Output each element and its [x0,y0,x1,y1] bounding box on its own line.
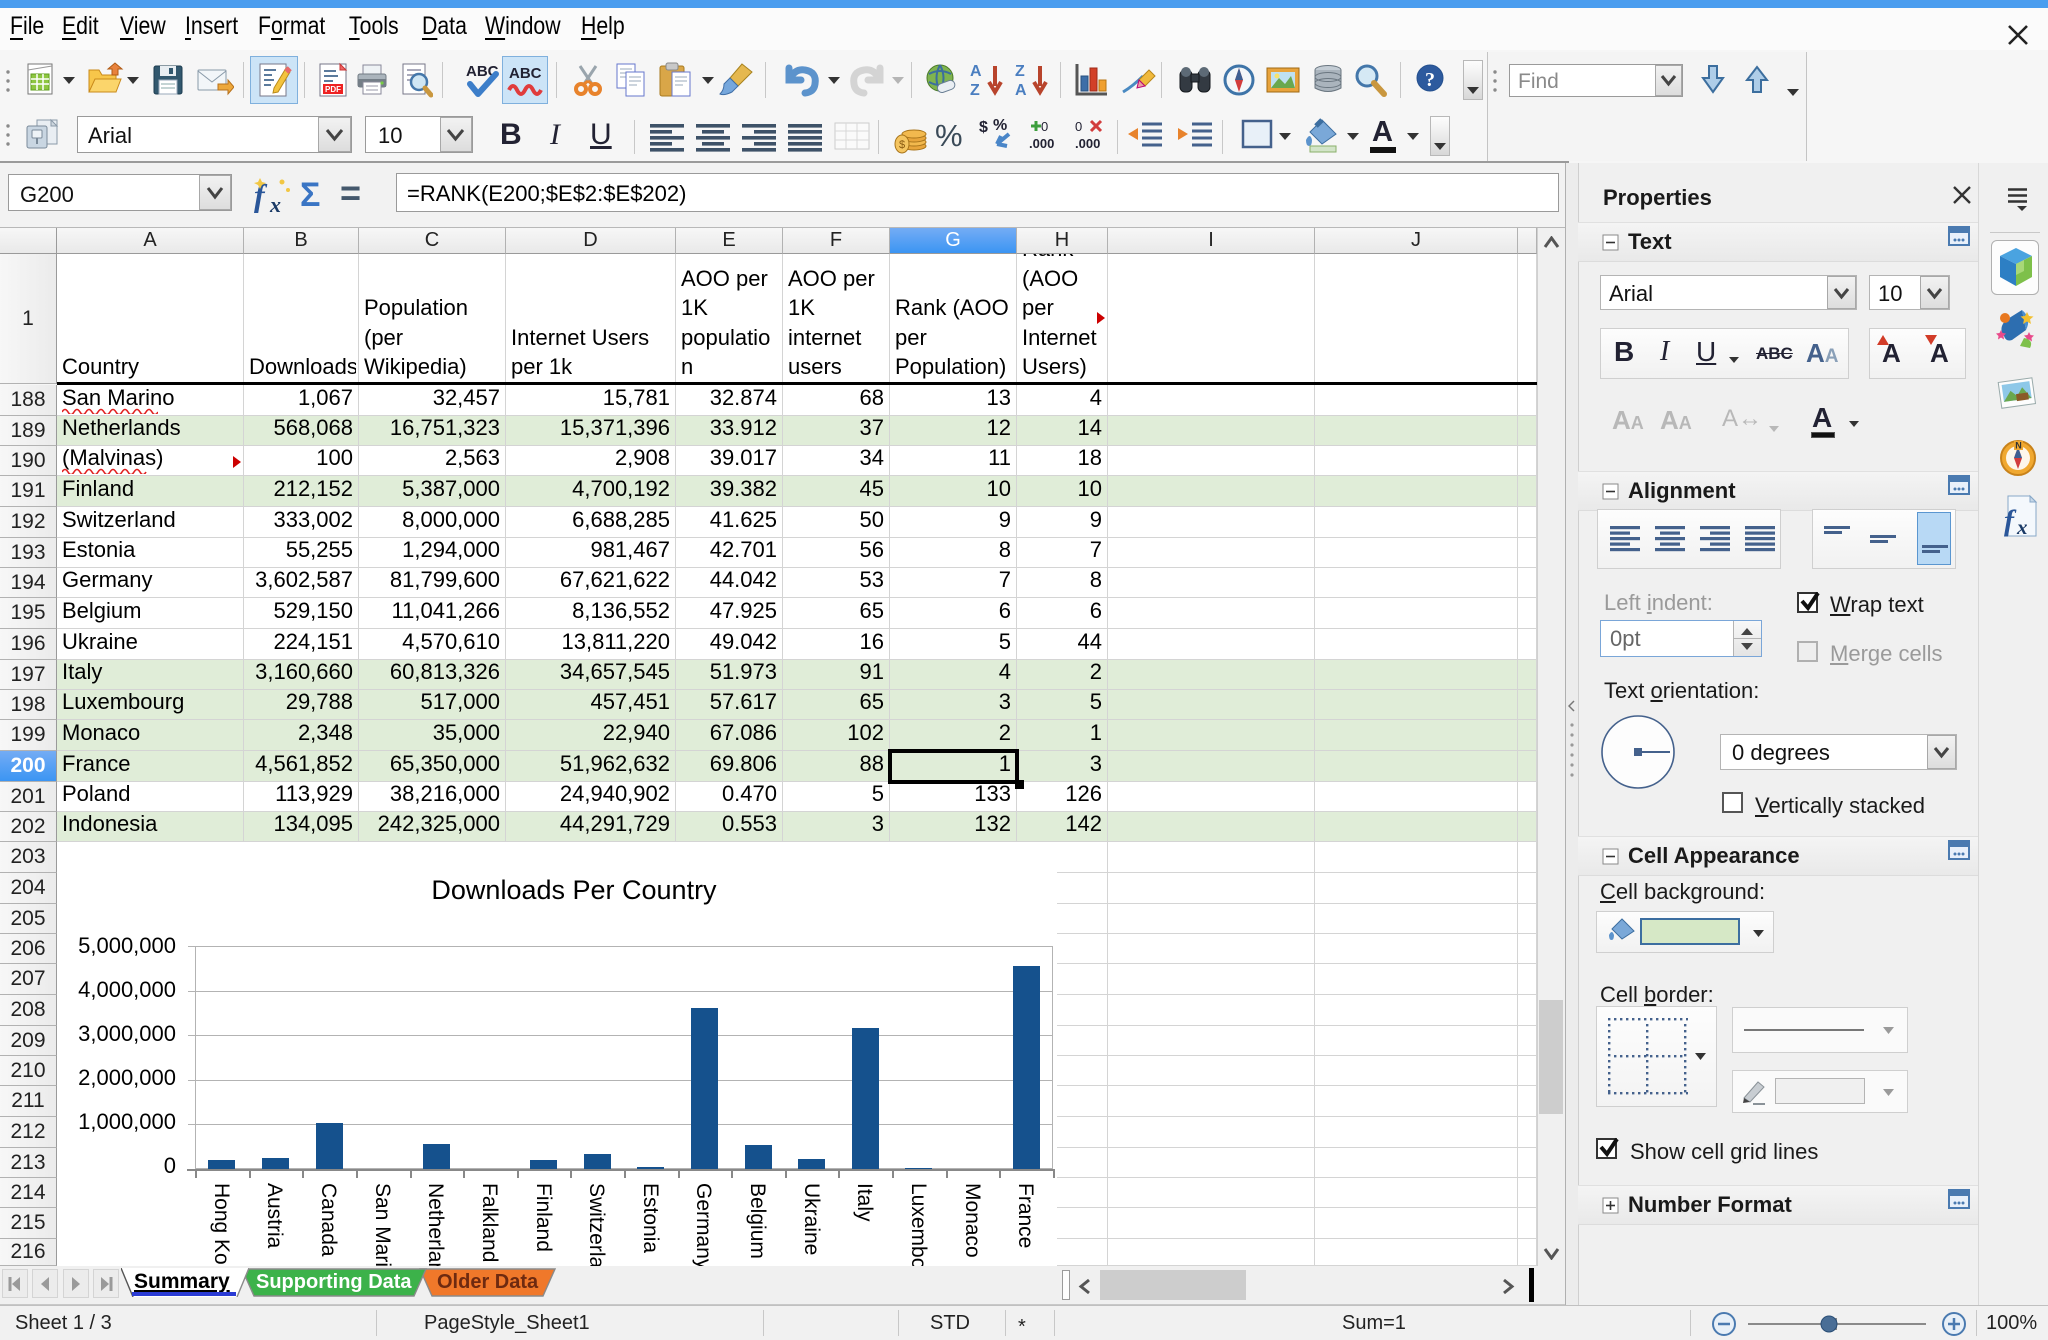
svg-text:.000: .000 [1029,136,1054,151]
svg-text:PDF: PDF [325,85,341,94]
svg-text:?: ? [1425,69,1435,91]
svg-text:ABC: ABC [509,65,542,82]
svg-text:$: $ [899,139,905,151]
svg-text:Z: Z [1015,63,1025,80]
svg-text:.000: .000 [1075,136,1100,151]
svg-text:x: x [269,192,281,216]
svg-text:N: N [2015,441,2022,451]
svg-text:0: 0 [1041,119,1048,134]
svg-text:%: % [993,118,1007,134]
svg-text:$: $ [979,119,988,136]
svg-text:A: A [1015,82,1027,98]
svg-text:x: x [2016,515,2028,538]
svg-text:0: 0 [1075,119,1082,134]
svg-text:A: A [970,63,982,80]
svg-text:Z: Z [970,82,980,98]
